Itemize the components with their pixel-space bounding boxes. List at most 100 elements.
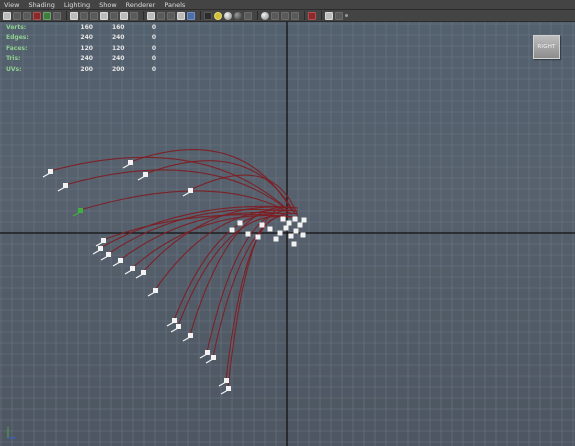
locator-handle [42,172,51,178]
hud-value: 240 [111,55,125,63]
toolbar-expand-icon[interactable] [345,14,348,17]
resolution-icon[interactable] [291,11,299,20]
hud-label: Edges: [6,34,29,42]
hud-value: 160 [80,23,93,31]
menu-view[interactable]: View [4,0,19,10]
hud-value: 240 [80,55,93,63]
locator-handle [112,261,121,267]
shadows-icon[interactable] [224,11,232,20]
hud-row-uvs: UVs: 200 200 0 [6,64,156,75]
hud-row-verts: Verts: 160 160 0 [6,22,156,33]
use-all-lights-icon[interactable] [214,11,222,20]
gate-mask-icon[interactable] [100,11,108,20]
menu-show[interactable]: Show [99,0,117,10]
locator-handle [166,321,175,327]
menu-shading[interactable]: Shading [28,0,54,10]
toolbar-separator [257,11,258,20]
locator-handle [182,191,191,197]
heads-up-display-poly-count: Verts: 160 160 0 Edges: 240 240 0 Faces:… [6,22,156,75]
hud-row-edges: Edges: 240 240 0 [6,33,156,44]
menu-renderer[interactable]: Renderer [126,0,156,10]
root-locator-marker [237,220,243,226]
wireframe-icon[interactable] [147,11,155,20]
locator-handle [100,255,109,261]
viewport-3d[interactable]: Verts: 160 160 0 Edges: 240 240 0 Faces:… [0,22,575,446]
root-locator-marker [283,225,289,231]
resolution-gate-icon[interactable] [90,11,98,20]
hud-row-tris: Tris: 240 240 0 [6,54,156,65]
root-locator-marker [300,232,306,238]
camera-icon[interactable] [3,11,11,20]
axis-orientation-gizmo [7,427,16,439]
locator-handle [72,211,81,217]
hud-value: 0 [151,44,156,52]
camera-manipulator-icon[interactable] [325,11,333,20]
hud-value: 160 [111,23,125,31]
locator-handle [205,358,214,364]
camera-attributes-icon[interactable] [13,11,21,20]
root-locator-marker [291,241,297,247]
ambient-occlusion-icon[interactable] [234,11,242,20]
film-gate-icon[interactable] [80,11,88,20]
hud-label: Tris: [6,55,21,63]
hud-value: 0 [151,65,156,73]
x-ray-joints-icon[interactable] [271,11,279,20]
hud-value: 120 [80,44,93,52]
view-cube-label: RIGHT [537,44,556,50]
root-locator-marker [229,227,235,233]
panel-toolbar [0,10,575,22]
field-chart-icon[interactable] [110,11,118,20]
hud-value: 0 [151,23,156,31]
hud-value: 120 [111,44,125,52]
view-cube-right[interactable]: RIGHT [533,35,560,59]
hud-value: 0 [151,55,156,63]
hud-icon[interactable] [308,11,316,20]
isolate-select-icon[interactable] [261,11,269,20]
root-locator-marker [255,234,261,240]
root-locator-marker [292,216,298,222]
root-locator-marker [277,230,283,236]
bookmark-icon[interactable] [23,11,31,20]
locator-handle [92,249,101,255]
nurbs-curve [189,206,293,336]
locator-handle [220,389,229,395]
root-locator-marker [301,217,307,223]
root-locator-marker [259,222,265,228]
two-d-pan-zoom-icon[interactable] [43,11,51,20]
menu-lighting[interactable]: Lighting [64,0,90,10]
motion-blur-icon[interactable] [244,11,252,20]
wireframe-on-shaded-icon[interactable] [177,11,185,20]
root-locator-marker [267,226,273,232]
locator-handle [218,381,227,387]
smooth-shade-icon[interactable] [157,11,165,20]
hud-value: 200 [80,65,93,73]
x-ray-icon[interactable] [187,11,195,20]
root-locator-marker [288,233,294,239]
locator-handle [147,291,156,297]
safe-title-icon[interactable] [130,11,138,20]
maya-viewport-panel: View Shading Lighting Show Renderer Pane… [0,0,575,446]
menu-panels[interactable]: Panels [164,0,185,10]
toolbar-separator [143,11,144,20]
safe-action-icon[interactable] [120,11,128,20]
grease-pencil-icon[interactable] [53,11,61,20]
scene-canvas[interactable] [0,22,575,446]
hud-label: Faces: [6,44,28,52]
grid-icon[interactable] [70,11,78,20]
viewport-renderer-icon[interactable] [335,11,343,20]
x-ray-active-icon[interactable] [281,11,289,20]
root-locator-marker [280,216,286,222]
hud-value: 0 [151,34,156,42]
locator-handle [124,269,133,275]
locator-handle [199,353,208,359]
use-default-material-icon[interactable] [167,11,175,20]
root-locator-marker [245,231,251,237]
hud-label: UVs: [6,65,22,73]
toolbar-separator [200,11,201,20]
hud-label: Verts: [6,23,27,31]
image-plane-icon[interactable] [33,11,41,20]
root-locator-marker [286,220,292,226]
hud-value: 200 [111,65,125,73]
textured-icon[interactable] [204,11,212,20]
toolbar-separator [66,11,67,20]
